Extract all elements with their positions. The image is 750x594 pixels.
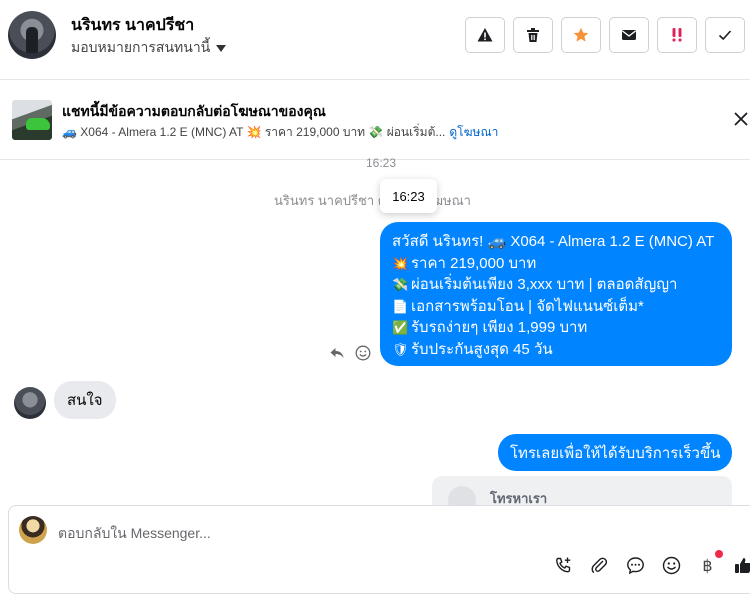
message-line-text: ผ่อนเริ่มต้นเพียง 3,xxx บาท | ตลอดสัญญา <box>411 276 678 293</box>
envelope-icon <box>622 30 636 40</box>
message-line: 💸 ผ่อนเริ่มต้นเพียง 3,xxx บาท | ตลอดสัญญา <box>392 274 720 296</box>
smiley-icon <box>662 556 681 575</box>
document-emoji: 📄 <box>392 298 409 314</box>
react-smiley-icon[interactable] <box>355 345 371 361</box>
baht-icon: ฿ <box>702 557 713 575</box>
double-exclamation-icon <box>672 28 682 42</box>
page-avatar <box>19 516 47 544</box>
outgoing-ad-message[interactable]: สวัสดี นรินทร! 🚙 X064 - Almera 1.2 E (MN… <box>380 222 732 366</box>
message-line: 💥 ราคา 219,000 บาท <box>392 253 720 275</box>
saved-replies-button[interactable] <box>626 556 645 575</box>
phone-plus-icon <box>556 557 571 573</box>
explosion-emoji: 💥 <box>392 255 409 271</box>
view-ad-link[interactable]: ดูโฆษณา <box>449 125 498 139</box>
notification-dot <box>715 550 723 558</box>
message-line: ✅ รับรถง่ายๆ เพียง 1,999 บาท <box>392 317 720 339</box>
message-line-text: รับรถง่ายๆ เพียง 1,999 บาท <box>411 319 588 336</box>
incoming-message[interactable]: สนใจ <box>54 381 116 419</box>
ad-reply-banner: แชทนี้มีข้อความตอบกลับต่อโฆษณาของคุณ 🚙 X… <box>0 80 750 160</box>
star-icon <box>573 27 589 42</box>
checkmark-emoji: ✅ <box>392 320 409 335</box>
mark-unread-button[interactable] <box>609 17 649 53</box>
message-line-text: สวัสดี นรินทร! 🚙 X064 - Almera 1.2 E (MN… <box>392 233 715 250</box>
message-line-text: ราคา 219,000 บาท <box>411 254 537 272</box>
outgoing-call-message[interactable]: โทรเลยเพื่อให้ได้รับบริการเร็วขึ้น <box>498 434 733 471</box>
trash-icon <box>527 28 539 42</box>
caret-down-icon <box>216 44 227 52</box>
close-icon[interactable] <box>732 110 750 128</box>
ad-banner-title: แชทนี้มีข้อความตอบกลับต่อโฆษณาของคุณ <box>62 103 326 119</box>
message-line: 📄 เอกสารพร้อมโอน | จัดไฟแนนซ์เต็ม* <box>392 296 720 318</box>
money-emoji: 💸 <box>392 277 409 292</box>
chat-bubble-icon <box>627 557 644 575</box>
star-button[interactable] <box>561 17 601 53</box>
report-button[interactable] <box>465 17 505 53</box>
timestamp-tooltip: 16:23 <box>380 179 437 213</box>
thumbs-up-icon <box>735 558 750 573</box>
assign-conversation-dropdown[interactable]: มอบหมายการสนทนานี้ <box>71 37 227 59</box>
ad-banner-subtitle: 🚙 X064 - Almera 1.2 E (MNC) AT 💥 ราคา 21… <box>62 123 498 142</box>
conversation-actions <box>465 17 745 53</box>
message-line: สวัสดี นรินทร! 🚙 X064 - Almera 1.2 E (MN… <box>392 231 720 253</box>
ad-reply-notice: นรินทร นาคปรีชา ตอบกลับโฆษณา <box>274 193 471 208</box>
reply-icon[interactable] <box>329 345 345 361</box>
like-button[interactable] <box>734 556 750 575</box>
add-call-button[interactable] <box>554 556 573 575</box>
contact-name[interactable]: นรินทร นาคปรีชา <box>71 13 194 38</box>
composer-toolbar: ฿ <box>554 550 750 575</box>
emoji-button[interactable] <box>662 556 681 575</box>
message-line: 🛡 รับประกันสูงสุด 45 วัน <box>392 339 720 361</box>
shield-emoji: 🛡 <box>392 341 409 357</box>
warning-icon <box>477 28 493 42</box>
reply-input[interactable]: ตอบกลับใน Messenger... <box>58 523 211 545</box>
message-timestamp: 16:23 <box>366 156 397 170</box>
assign-label: มอบหมายการสนทนานี้ <box>71 39 211 55</box>
ad-summary-text: 🚙 X064 - Almera 1.2 E (MNC) AT 💥 ราคา 21… <box>62 125 446 139</box>
ad-thumbnail[interactable] <box>12 100 52 140</box>
message-actions <box>329 345 371 361</box>
contact-avatar-small[interactable] <box>14 387 46 419</box>
attach-file-button[interactable] <box>590 556 609 575</box>
payment-button[interactable]: ฿ <box>698 550 723 575</box>
reply-composer: ตอบกลับใน Messenger... ฿ <box>8 505 750 594</box>
paperclip-icon <box>591 557 608 574</box>
move-to-spam-button[interactable] <box>657 17 697 53</box>
message-line-text: รับประกันสูงสุด 45 วัน <box>411 340 553 358</box>
check-icon <box>718 30 732 41</box>
mark-done-button[interactable] <box>705 17 745 53</box>
delete-button[interactable] <box>513 17 553 53</box>
message-line-text: เอกสารพร้อมโอน | จัดไฟแนนซ์เต็ม* <box>411 297 644 315</box>
conversation-header: นรินทร นาคปรีชา มอบหมายการสนทนานี้ <box>0 0 750 80</box>
contact-avatar[interactable] <box>8 11 56 59</box>
